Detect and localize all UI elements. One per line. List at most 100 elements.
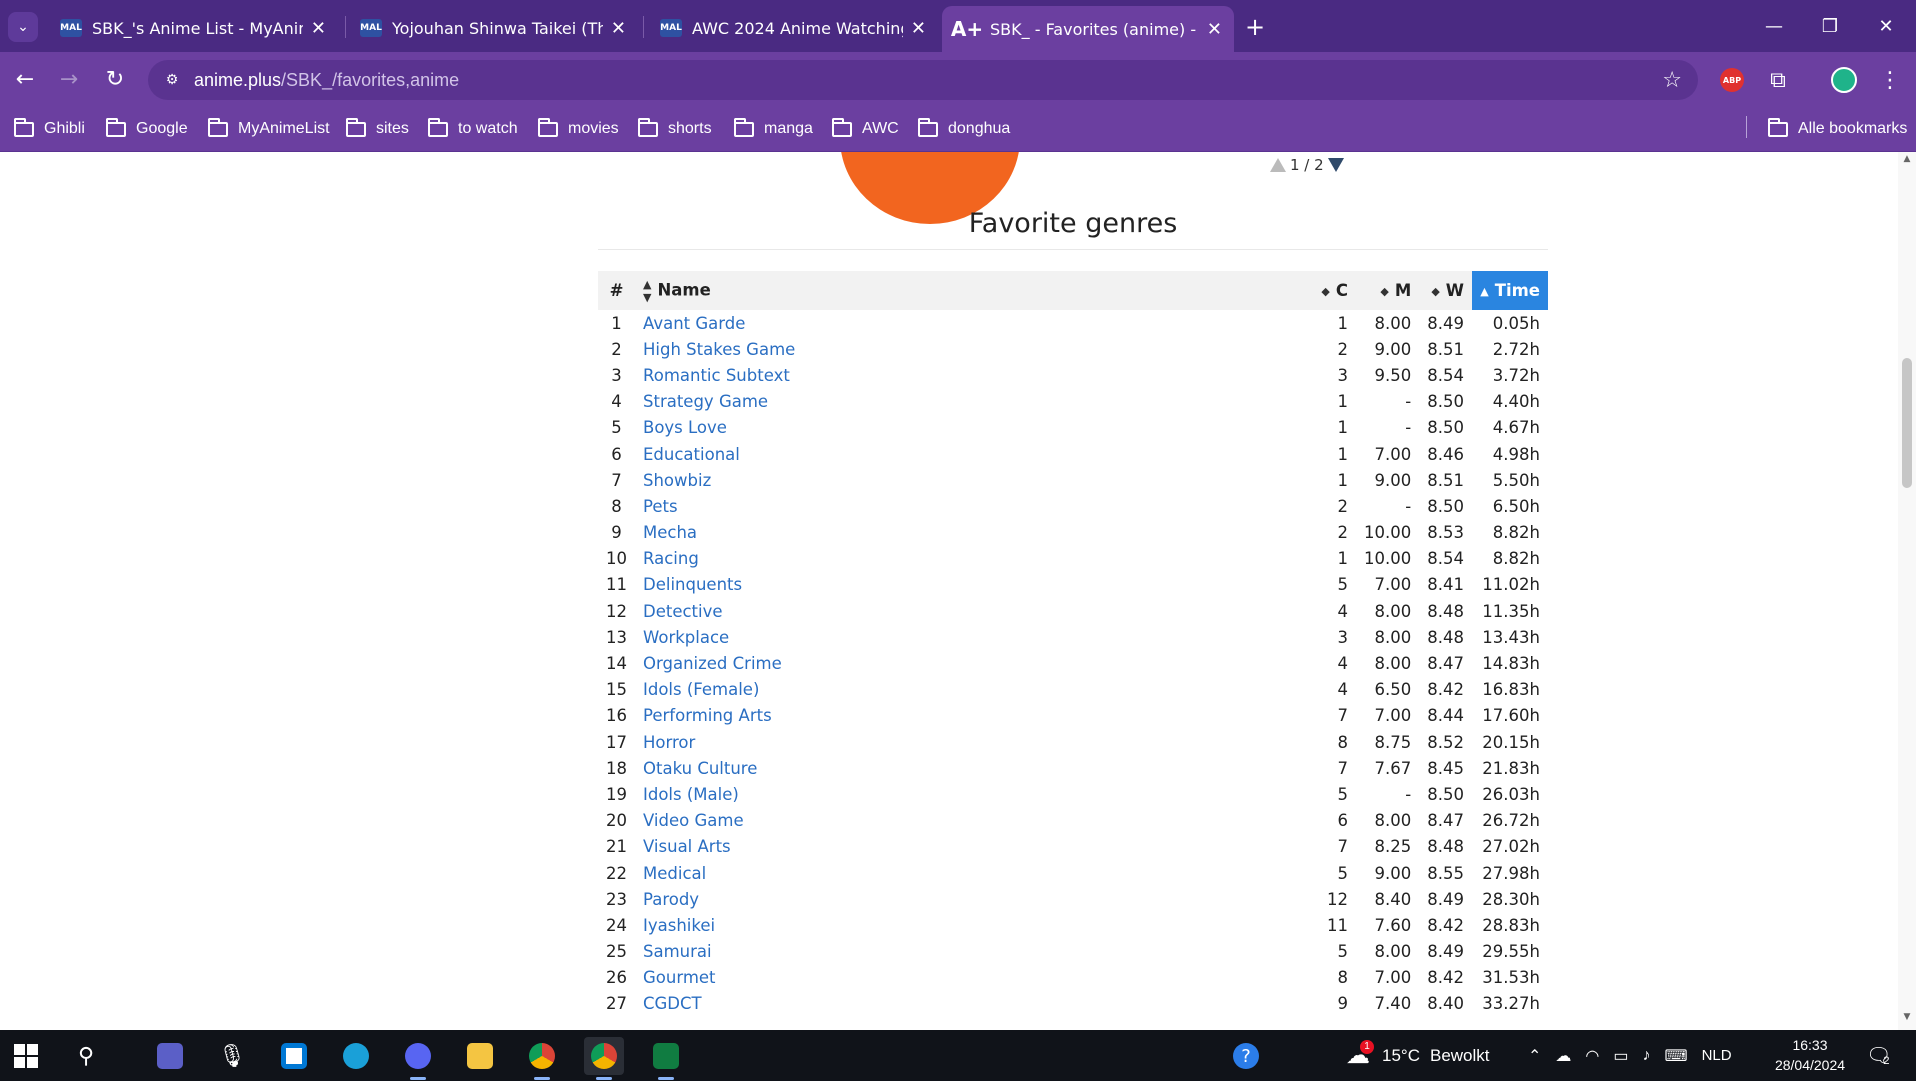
genre-name-link[interactable]: Samurai [635,939,1313,965]
genre-name-text[interactable]: Otaku Culture [643,759,757,778]
genre-name-link[interactable]: Boys Love [635,415,1313,441]
search-button[interactable]: ⚲ [66,1037,106,1075]
new-tab-button[interactable]: + [1240,12,1270,42]
genre-name-text[interactable]: Medical [643,864,706,883]
genre-name-link[interactable]: Romantic Subtext [635,362,1313,388]
genre-name-link[interactable]: Racing [635,546,1313,572]
close-icon[interactable]: ✕ [911,18,926,39]
notification-center-button[interactable]: 🗨 2 [1866,1030,1891,1081]
page-scrollbar[interactable]: ▲ ▼ [1898,152,1916,1030]
genre-name-text[interactable]: Strategy Game [643,392,768,411]
battery-icon[interactable]: ▭ [1613,1046,1628,1066]
volume-icon[interactable]: ♪ [1643,1047,1651,1065]
genre-name-text[interactable]: Parody [643,890,699,909]
chrome-app-active[interactable] [584,1037,624,1080]
genre-name-text[interactable]: Visual Arts [643,837,731,856]
genre-name-link[interactable]: Workplace [635,624,1313,650]
minimize-button[interactable]: — [1744,10,1804,42]
genre-name-text[interactable]: Racing [643,549,699,568]
all-bookmarks-button[interactable]: Alle bookmarks [1768,116,1907,142]
bookmark-folder-shorts[interactable]: shorts [638,116,712,142]
close-icon[interactable]: ✕ [611,18,626,39]
adblock-extension-button[interactable]: ABP [1716,64,1748,96]
genre-name-link[interactable]: Horror [635,729,1313,755]
genre-name-text[interactable]: Video Game [643,811,744,830]
scrollbar-thumb[interactable] [1902,358,1912,488]
genre-name-text[interactable]: Romantic Subtext [643,366,790,385]
close-window-button[interactable]: ✕ [1856,10,1916,42]
genre-name-text[interactable]: High Stakes Game [643,340,795,359]
language-indicator[interactable]: NLD [1702,1047,1732,1064]
tab-awc[interactable]: MAL AWC 2024 Anime Watching Cha ✕ [648,8,938,48]
extensions-button[interactable]: ⧉ [1762,64,1794,96]
genre-name-link[interactable]: Performing Arts [635,703,1313,729]
genre-name-text[interactable]: Showbiz [643,471,711,490]
genre-name-text[interactable]: Organized Crime [643,654,782,673]
genre-name-link[interactable]: Organized Crime [635,650,1313,676]
genre-name-text[interactable]: Pets [643,497,678,516]
tab-search-button[interactable]: ⌄ [8,12,38,42]
genre-name-text[interactable]: Gourmet [643,968,716,987]
bookmark-folder-sites[interactable]: sites [346,116,409,142]
address-bar[interactable]: ⚙ anime.plus/SBK_/favorites,anime ☆ [148,60,1698,100]
genre-name-text[interactable]: Performing Arts [643,706,772,725]
site-info-icon[interactable]: ⚙ [160,68,184,92]
genre-name-text[interactable]: Detective [643,602,723,621]
column-header-name[interactable]: ▲ ▼ Name [635,271,1314,310]
genre-name-link[interactable]: Gourmet [635,965,1313,991]
excel-app[interactable] [646,1037,686,1080]
genre-name-link[interactable]: Delinquents [635,572,1313,598]
profile-button[interactable] [1828,64,1860,96]
column-header-weighted[interactable]: ◆ W [1419,271,1472,310]
bookmark-folder-myanimelist[interactable]: MyAnimeList [208,116,330,142]
reload-button[interactable]: ↻ [100,64,130,94]
column-header-count[interactable]: ◆ C [1313,271,1356,310]
tab-mal-list[interactable]: MAL SBK_'s Anime List - MyAnimeLis ✕ [48,8,338,48]
close-icon[interactable]: ✕ [311,18,326,39]
file-explorer-app[interactable] [460,1037,500,1075]
bookmark-folder-google[interactable]: Google [106,116,188,142]
restore-button[interactable]: ❐ [1800,10,1860,42]
tab-favorites[interactable]: A+ SBK_ - Favorites (anime) - anim ✕ [942,6,1234,52]
keyboard-icon[interactable]: ⌨ [1665,1046,1688,1066]
genre-name-text[interactable]: Idols (Male) [643,785,739,804]
chevron-up-icon[interactable]: ⌃ [1528,1046,1541,1066]
browser-menu-button[interactable]: ⋮ [1874,64,1906,96]
page-down-icon[interactable] [1327,158,1344,172]
scroll-down-icon[interactable]: ▼ [1898,1012,1916,1028]
scroll-up-icon[interactable]: ▲ [1898,154,1916,170]
bookmark-folder-donghua[interactable]: donghua [918,116,1010,142]
genre-name-link[interactable]: Strategy Game [635,389,1313,415]
genre-name-link[interactable]: Parody [635,886,1313,912]
genre-name-link[interactable]: Educational [635,441,1313,467]
genre-name-text[interactable]: Mecha [643,523,697,542]
edge-app[interactable] [336,1037,376,1075]
start-button[interactable] [6,1037,46,1075]
genre-name-link[interactable]: High Stakes Game [635,336,1313,362]
bookmark-folder-manga[interactable]: manga [734,116,813,142]
genre-name-text[interactable]: Avant Garde [643,314,745,333]
onedrive-icon[interactable]: ☁ [1555,1046,1571,1066]
help-button[interactable]: ? [1226,1037,1266,1075]
column-header-time[interactable]: ▲ Time [1472,271,1548,310]
genre-name-text[interactable]: Idols (Female) [643,680,759,699]
genre-name-text[interactable]: Samurai [643,942,712,961]
genre-name-link[interactable]: CGDCT [635,991,1313,1017]
bookmark-folder-to-watch[interactable]: to watch [428,116,518,142]
genre-name-text[interactable]: Iyashikei [643,916,715,935]
genre-name-text[interactable]: Educational [643,445,740,464]
genre-name-link[interactable]: Avant Garde [635,310,1313,336]
bookmark-folder-ghibli[interactable]: Ghibli [14,116,85,142]
genre-name-text[interactable]: Workplace [643,628,729,647]
genre-name-link[interactable]: Idols (Male) [635,781,1313,807]
genre-name-link[interactable]: Otaku Culture [635,755,1313,781]
genre-name-text[interactable]: Horror [643,733,695,752]
genre-name-text[interactable]: Delinquents [643,575,742,594]
genre-name-link[interactable]: Iyashikei [635,912,1313,938]
store-app[interactable] [274,1037,314,1075]
back-button[interactable]: ← [10,64,40,94]
discord-app[interactable] [398,1037,438,1080]
wifi-icon[interactable]: ◠ [1585,1046,1599,1066]
genre-name-link[interactable]: Mecha [635,520,1313,546]
forward-button[interactable]: → [54,64,84,94]
